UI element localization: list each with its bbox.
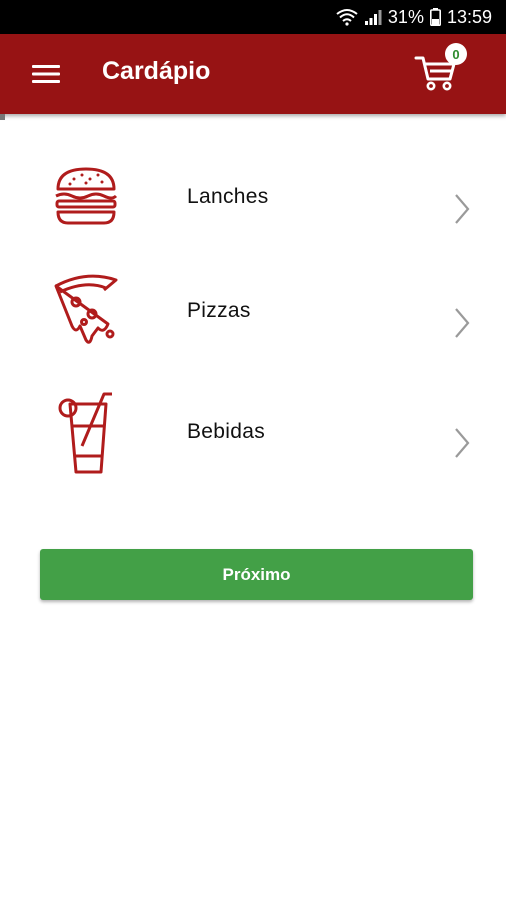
- category-label: Pizzas: [187, 299, 251, 322]
- chevron-right-icon: [455, 428, 470, 458]
- next-button[interactable]: Próximo: [40, 549, 473, 600]
- page-title: Cardápio: [102, 57, 211, 85]
- category-label: Bebidas: [187, 420, 265, 443]
- cart-count-badge: 0: [445, 43, 467, 65]
- burger-icon: [55, 167, 118, 225]
- pizza-icon: [54, 274, 118, 344]
- drink-icon: [58, 392, 112, 474]
- scroll-indicator: [0, 114, 5, 120]
- battery-icon: [429, 8, 441, 26]
- wifi-icon: [336, 9, 358, 26]
- menu-icon: [32, 65, 60, 83]
- signal-icon: [364, 10, 382, 25]
- chevron-right-icon: [455, 194, 470, 224]
- app-bar: Cardápio 0: [0, 34, 506, 114]
- category-label: Lanches: [187, 185, 269, 208]
- status-time: 13:59: [446, 6, 492, 27]
- category-item-lanches[interactable]: Lanches: [0, 145, 506, 255]
- status-bar: 31% 13:59: [0, 0, 506, 34]
- category-item-pizzas[interactable]: Pizzas: [0, 258, 506, 368]
- chevron-right-icon: [455, 308, 470, 338]
- category-item-bebidas[interactable]: Bebidas: [0, 380, 506, 490]
- status-bar-right: 31% 13:59: [336, 0, 492, 34]
- menu-button[interactable]: [26, 56, 66, 92]
- battery-percent: 31%: [387, 6, 424, 27]
